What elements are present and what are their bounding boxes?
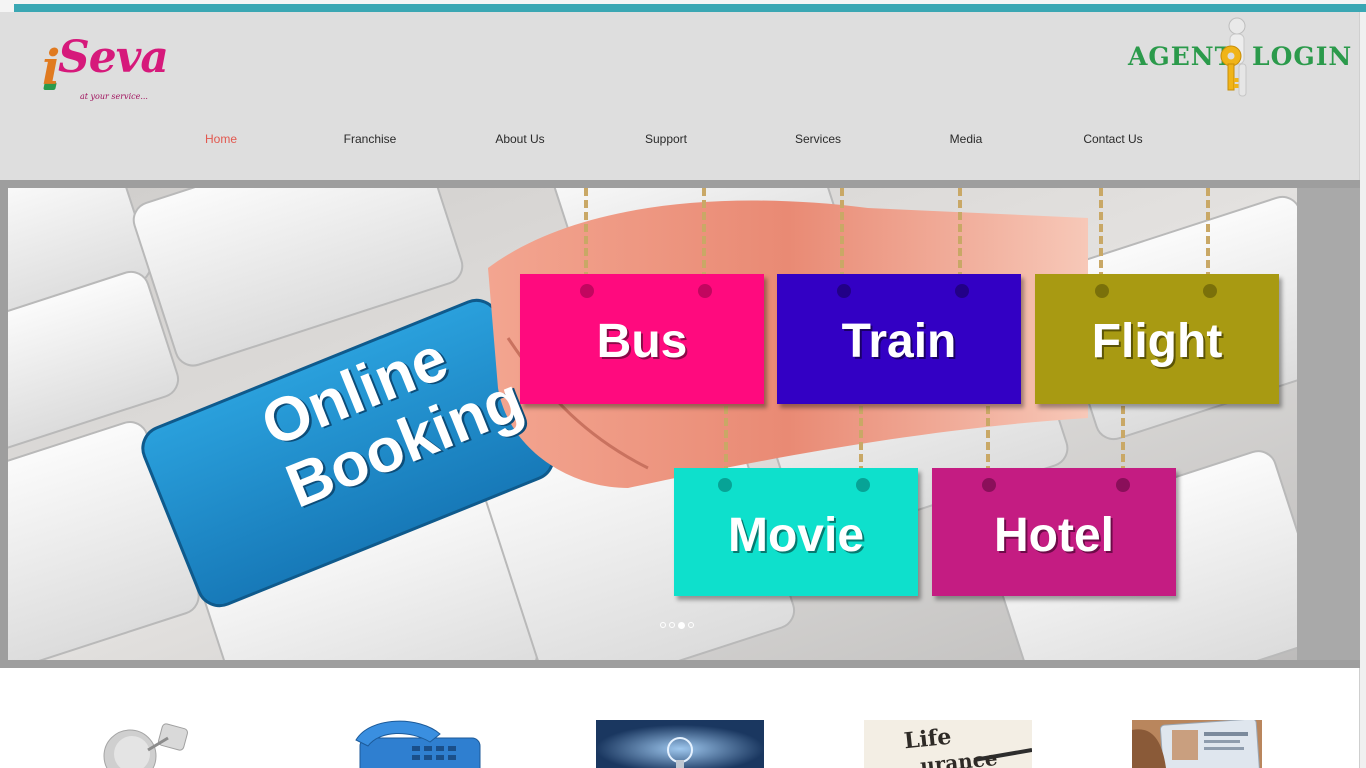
life-text: Life [902, 723, 953, 755]
id-card-image[interactable] [1132, 720, 1262, 768]
train-label: Train [841, 315, 957, 368]
agent-login-right-text: LOGIN [1252, 42, 1353, 71]
card-pin-left [580, 284, 594, 298]
telephone-icon [355, 720, 481, 768]
agent-login-button[interactable]: AGENT LOGIN [1126, 14, 1351, 102]
lightbulb-image[interactable] [596, 720, 764, 768]
card-pin-left [982, 478, 996, 492]
slider-dot-4[interactable] [688, 622, 694, 628]
card-pin-left [837, 284, 851, 298]
hero-slider[interactable]: Online Booking Bus Train Flight Movie Ho… [0, 180, 1360, 668]
browser-top-strip [0, 0, 1366, 12]
slider-dot-3[interactable] [678, 622, 685, 629]
satellite-dish-icon [103, 723, 189, 768]
card-pin-right [1116, 478, 1130, 492]
service-thumbnails: Life urance [0, 720, 1366, 768]
slider-dot-1[interactable] [660, 622, 666, 628]
nav-about-us[interactable]: About Us [495, 132, 544, 146]
life-insurance-image[interactable]: Life urance [864, 720, 1032, 768]
nav-franchise[interactable]: Franchise [344, 132, 397, 146]
iseva-logo[interactable]: i Seva at your service... [40, 22, 169, 114]
card-pin-right [856, 478, 870, 492]
id-card-icon [1132, 720, 1262, 768]
card-pin-right [955, 284, 969, 298]
scrollbar[interactable] [1359, 12, 1366, 768]
slider-side-panel [1297, 188, 1360, 660]
slide-image: Online Booking Bus Train Flight Movie Ho… [8, 188, 1297, 660]
main-nav: Home Franchise About Us Support Services… [0, 132, 1366, 156]
slider-pagination [660, 622, 694, 629]
bus-card[interactable]: Bus [520, 274, 764, 404]
flight-card[interactable]: Flight [1035, 274, 1279, 404]
hotel-label: Hotel [994, 509, 1114, 562]
logo-name: Seva [58, 32, 169, 83]
accent-bar [14, 4, 1366, 12]
movie-card[interactable]: Movie [674, 468, 918, 596]
slider-dot-2[interactable] [669, 622, 675, 628]
lightbulb-icon [596, 720, 764, 768]
movie-label: Movie [727, 509, 865, 562]
card-pin-right [1203, 284, 1217, 298]
dth-dish-image[interactable] [90, 720, 200, 768]
key-figure-icon [1220, 17, 1247, 97]
bus-label: Bus [596, 315, 688, 368]
flight-label: Flight [1091, 315, 1223, 368]
card-pin-left [718, 478, 732, 492]
telephone-image[interactable] [350, 720, 490, 768]
card-pin-right [698, 284, 712, 298]
nav-support[interactable]: Support [645, 132, 687, 146]
nav-contact-us[interactable]: Contact Us [1083, 132, 1142, 146]
card-pin-left [1095, 284, 1109, 298]
logo-tagline: at your service... [80, 92, 148, 101]
nav-services[interactable]: Services [795, 132, 841, 146]
hotel-card[interactable]: Hotel [932, 468, 1176, 596]
nav-media[interactable]: Media [950, 132, 983, 146]
nav-home[interactable]: Home [205, 132, 237, 146]
train-card[interactable]: Train [777, 274, 1021, 404]
